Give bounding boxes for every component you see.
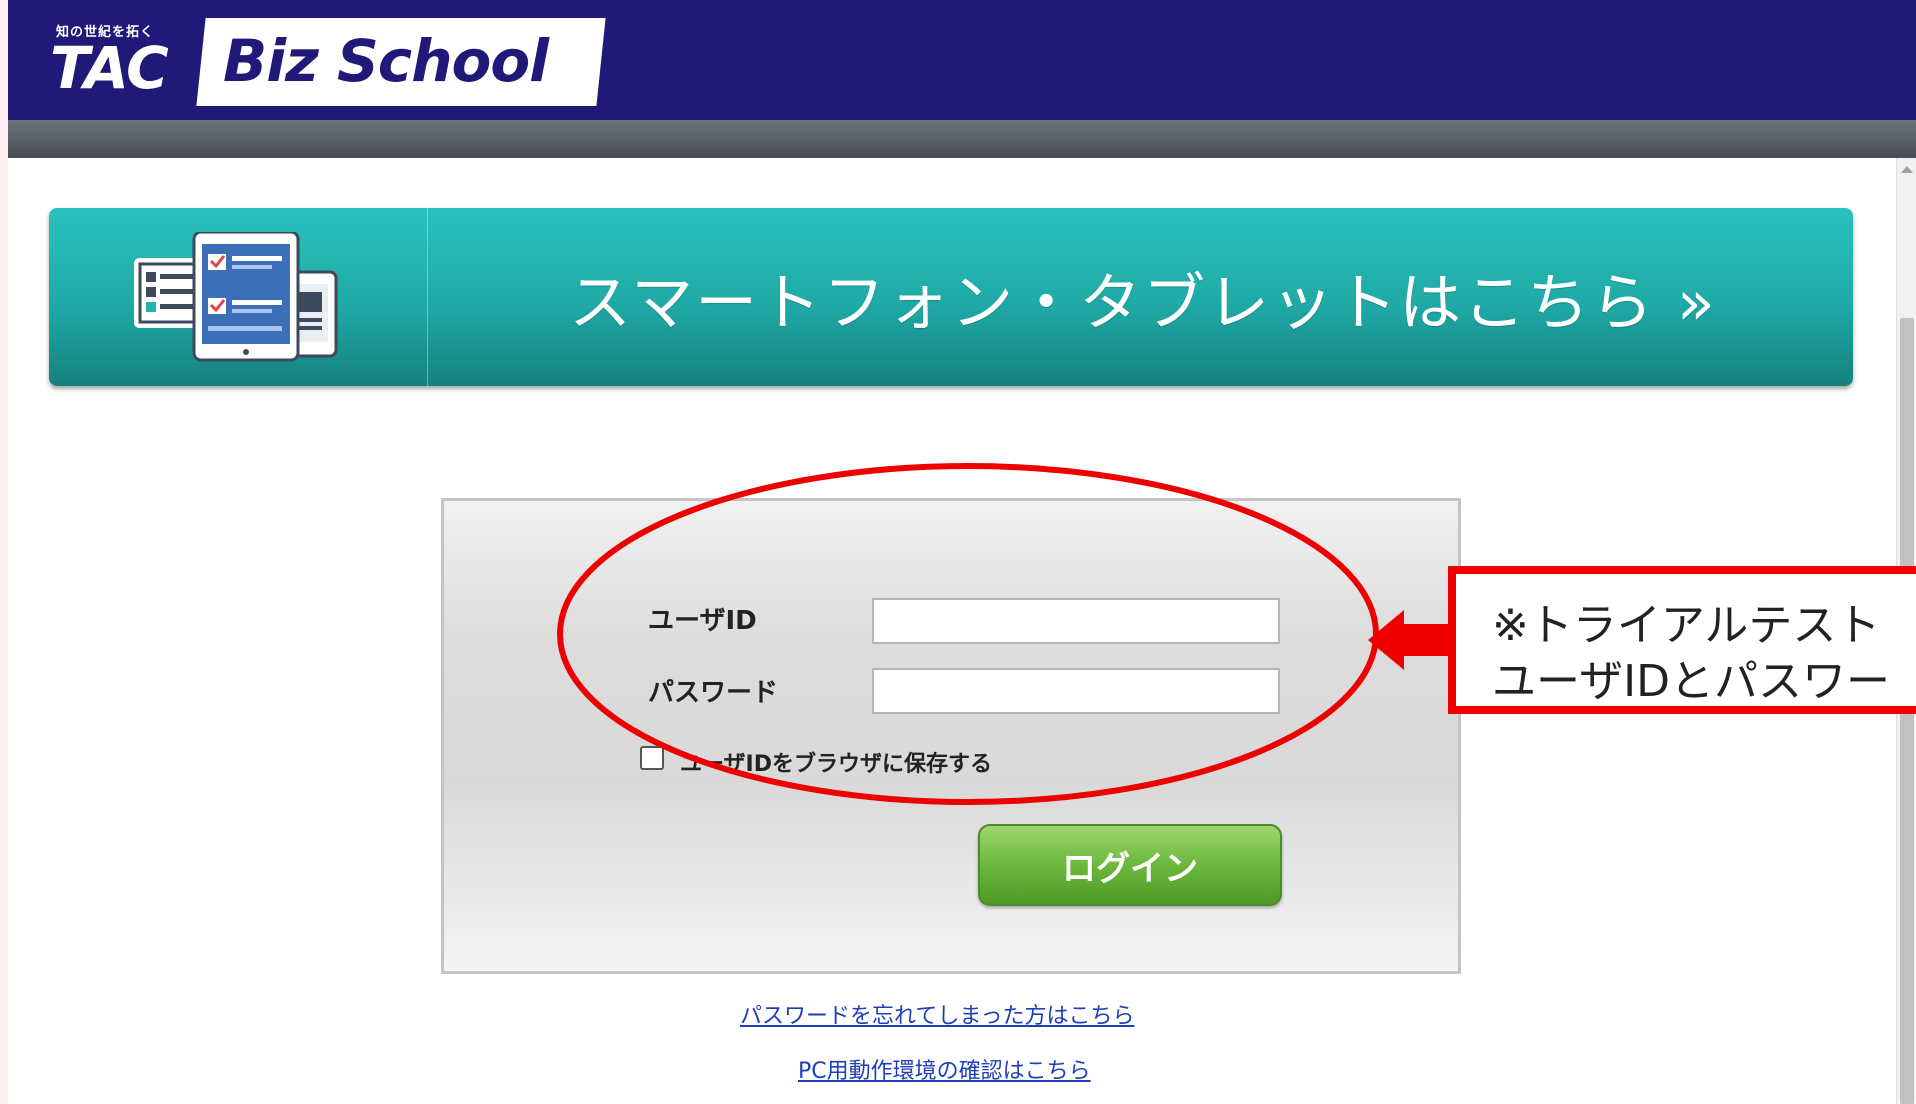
- annotation-callout: ※トライアルテスト ユーザIDとパスワー: [1448, 566, 1916, 714]
- annotation-text: ※トライアルテスト ユーザIDとパスワー: [1492, 598, 1890, 710]
- password-label: パスワード: [648, 678, 779, 708]
- remember-user-checkbox[interactable]: [640, 746, 664, 770]
- devices-icon: [134, 232, 338, 362]
- banner-divider: [427, 208, 428, 386]
- login-panel: [441, 498, 1461, 974]
- annotation-line-1: ※トライアルテスト: [1492, 600, 1881, 651]
- smartphone-tablet-banner[interactable]: スマートフォン・タブレットはこちら »: [49, 208, 1853, 386]
- login-button[interactable]: ログイン: [978, 824, 1282, 906]
- annotation-line-2: ユーザIDとパスワー: [1492, 656, 1890, 707]
- banner-label: スマートフォン・タブレットはこちら »: [569, 266, 1717, 339]
- logo-brand: TAC: [50, 34, 169, 102]
- logo-product: Biz School: [223, 27, 549, 95]
- forgot-password-link[interactable]: パスワードを忘れてしまった方はこちら: [740, 998, 1134, 1030]
- remember-user-label[interactable]: ユーザIDをブラウザに保存する: [680, 746, 992, 778]
- site-header: 知の世紀を拓く TAC Biz School: [8, 0, 1916, 120]
- scroll-up-arrow-icon[interactable]: [1901, 166, 1913, 173]
- environment-check-link[interactable]: PC用動作環境の確認はこちら: [798, 1053, 1091, 1085]
- user-id-label: ユーザID: [648, 606, 757, 636]
- header-strip: [8, 120, 1916, 158]
- password-input[interactable]: [872, 668, 1280, 714]
- page: 知の世紀を拓く TAC Biz School スマートフォン・タブレットはこちら…: [8, 0, 1916, 1104]
- user-id-input[interactable]: [872, 598, 1280, 644]
